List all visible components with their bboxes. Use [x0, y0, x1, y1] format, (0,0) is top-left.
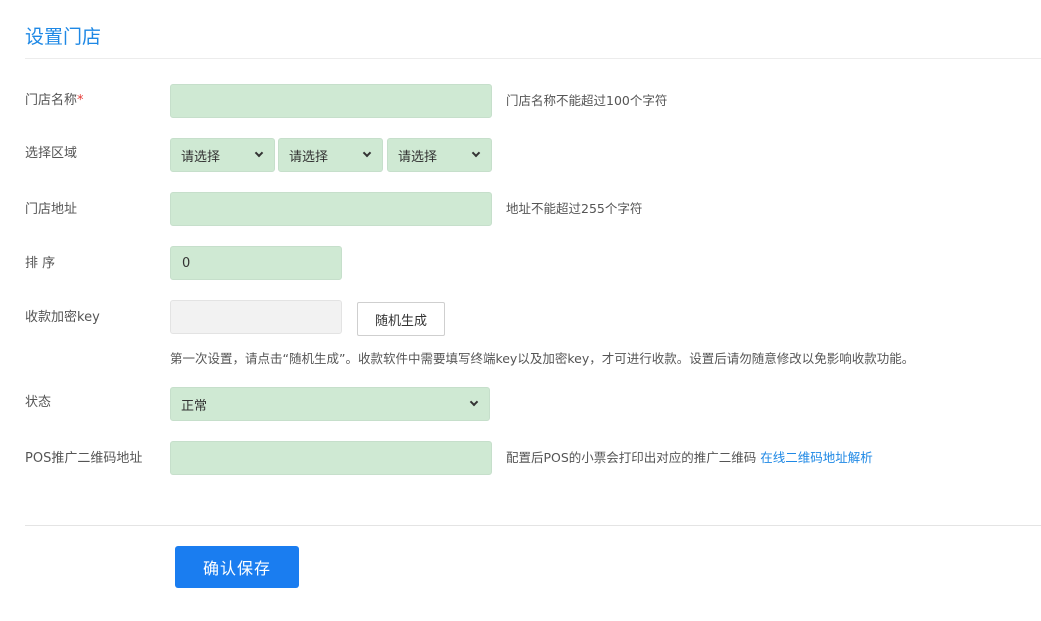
page-title: 设置门店	[25, 26, 102, 48]
chevron-down-icon	[471, 148, 481, 158]
random-generate-button[interactable]: 随机生成	[357, 302, 445, 336]
chevron-down-icon	[362, 148, 372, 158]
pay-key-input	[170, 300, 342, 334]
status-label: 状态	[25, 395, 52, 410]
address-input[interactable]	[170, 192, 492, 226]
district-select[interactable]: 请选择	[387, 138, 492, 172]
pos-qr-hint-text: 配置后POS的小票会打印出对应的推广二维码	[506, 450, 757, 465]
chevron-down-icon	[469, 397, 479, 407]
save-button[interactable]: 确认保存	[175, 546, 299, 588]
chevron-down-icon	[254, 148, 264, 158]
pos-qr-input[interactable]	[170, 441, 492, 475]
province-select-value: 请选择	[181, 149, 221, 165]
store-name-input[interactable]	[170, 84, 492, 118]
footer-divider	[25, 525, 1041, 526]
address-hint: 地址不能超过255个字符	[506, 201, 643, 216]
store-name-label: 门店名称*	[25, 89, 84, 108]
store-name-label-text: 门店名称	[25, 93, 78, 108]
pay-key-label: 收款加密key	[25, 310, 100, 325]
city-select-value: 请选择	[289, 149, 329, 165]
sort-input[interactable]	[170, 246, 342, 280]
pos-qr-label: POS推广二维码地址	[25, 451, 143, 466]
required-mark: *	[77, 93, 84, 108]
pos-qr-hint: 配置后POS的小票会打印出对应的推广二维码 在线二维码地址解析	[506, 447, 873, 466]
province-select[interactable]: 请选择	[170, 138, 275, 172]
title-divider	[25, 58, 1041, 59]
pay-key-hint: 第一次设置，请点击“随机生成”。收款软件中需要填写终端key以及加密key，才可…	[170, 351, 915, 366]
district-select-value: 请选择	[398, 149, 438, 165]
qr-parse-link[interactable]: 在线二维码地址解析	[760, 450, 873, 465]
status-select[interactable]: 正常	[170, 387, 490, 421]
status-select-value: 正常	[181, 398, 208, 414]
sort-label: 排 序	[25, 256, 56, 271]
address-label: 门店地址	[25, 202, 78, 217]
region-label: 选择区域	[25, 146, 78, 161]
store-name-hint: 门店名称不能超过100个字符	[506, 93, 668, 108]
city-select[interactable]: 请选择	[278, 138, 383, 172]
